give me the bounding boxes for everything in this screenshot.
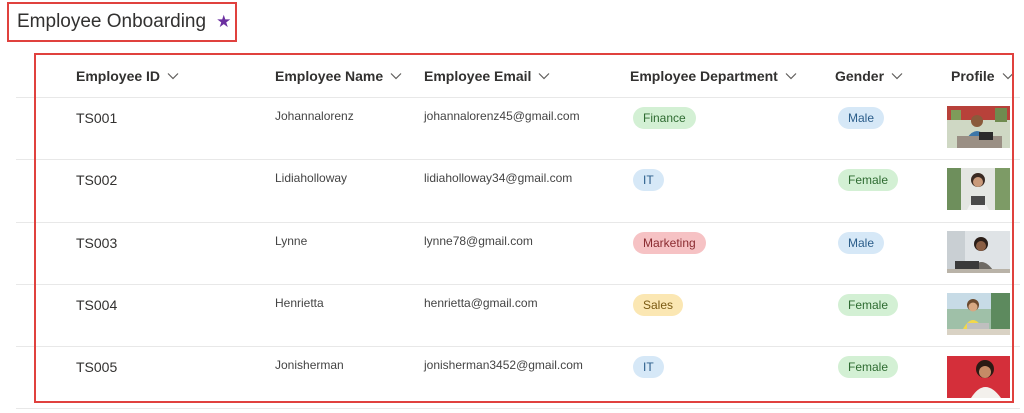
- list-title-box: Employee Onboarding ★: [7, 2, 237, 42]
- row-divider: [16, 408, 1020, 409]
- list-highlight-box: [34, 53, 1014, 403]
- page-title[interactable]: Employee Onboarding: [17, 11, 206, 33]
- star-icon[interactable]: ★: [216, 12, 231, 32]
